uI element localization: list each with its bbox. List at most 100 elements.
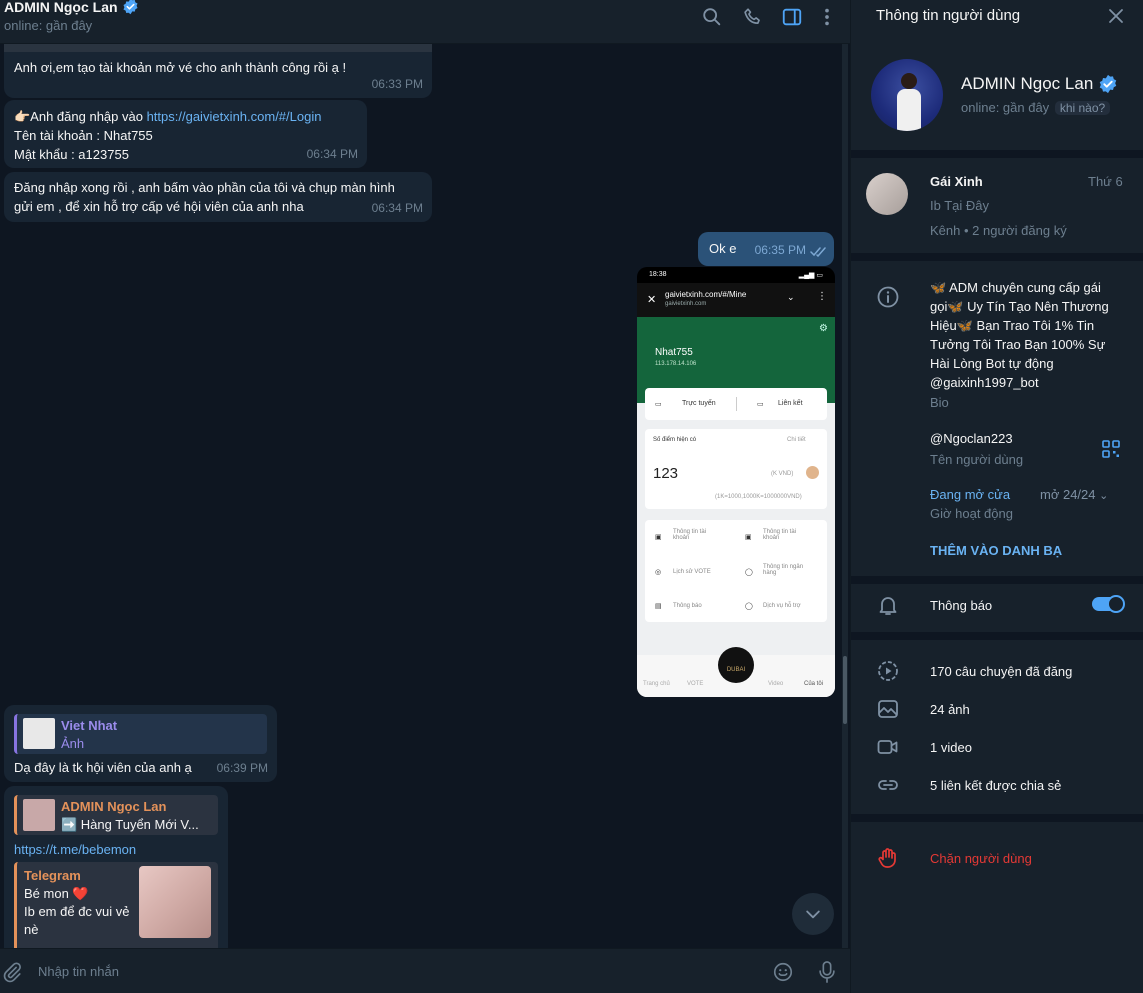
search-icon[interactable] xyxy=(701,6,723,28)
channel-name: Gái Xinh xyxy=(930,174,983,189)
channel-avatar xyxy=(866,173,908,215)
bio-line: Hài Lòng Bot tự động xyxy=(930,356,1054,371)
username-value[interactable]: @Ngoclan223 xyxy=(930,429,1013,448)
links-count[interactable]: 5 liên kết được chia sẻ xyxy=(930,776,1061,795)
message-text: Anh ơi,em tạo tài khoản mở vé cho anh th… xyxy=(14,60,347,75)
channel-date: Thứ 6 xyxy=(1088,174,1123,189)
avatar[interactable] xyxy=(871,59,943,131)
last-seen-chip[interactable]: khi nào? xyxy=(1054,101,1111,115)
tab-link: Liên kết xyxy=(778,400,803,407)
message-list[interactable]: Anh ơi,em tạo tài khoản mở vé cho anh th… xyxy=(0,44,850,948)
user-icon: ◯ xyxy=(745,569,753,576)
points-rate: (1K=1000,1000K=1000000VND) xyxy=(715,494,802,500)
videos-count[interactable]: 1 video xyxy=(930,738,972,757)
bottom-nav: Trang chủ VOTE DUBAI Video Của tôi xyxy=(637,647,835,697)
chevron-down-icon: ⌄ xyxy=(1099,490,1109,502)
reply-text: Ảnh xyxy=(61,736,85,751)
hours-range[interactable]: mở 24/24 ⌄ xyxy=(1040,485,1108,506)
nav-video: Video xyxy=(768,681,784,687)
hours-range-text: mở 24/24 xyxy=(1040,487,1096,502)
nav-dubai-logo: DUBAI xyxy=(718,647,754,683)
login-link[interactable]: https://gaivietxinh.com/#/Login xyxy=(147,109,322,124)
scrollbar-thumb[interactable] xyxy=(843,656,847,724)
section-divider xyxy=(851,814,1143,822)
message-bubble[interactable]: Anh ơi,em tạo tài khoản mở vé cho anh th… xyxy=(4,52,432,98)
emoji-icon[interactable] xyxy=(772,961,794,983)
reply-thumbnail xyxy=(23,799,55,831)
message-input[interactable] xyxy=(30,959,730,983)
outgoing-message-bubble[interactable]: Ok e 06:35 PM xyxy=(698,232,834,266)
link-preview[interactable]: Telegram Bé mon ❤️ Ib em để đc vui vẻ nè xyxy=(14,862,218,948)
section-divider xyxy=(851,150,1143,158)
preview-site: Telegram xyxy=(24,868,81,883)
message-text: Mật khẩu : a123755 xyxy=(14,147,129,162)
screenshot-image-message[interactable]: 18:38 ▂▄▆ ▭ ✕ gaivietxinh.com/#/Mine gai… xyxy=(637,267,835,697)
profile-ip: 113.178.14.106 xyxy=(655,361,697,367)
verified-icon xyxy=(1100,74,1117,94)
menu-item: Thông báo xyxy=(673,603,702,609)
message-bubble[interactable]: Đăng nhập xong rồi , anh bấm vào phần củ… xyxy=(4,172,432,222)
message-bubble[interactable]: Viet Nhat Ảnh Dạ đây là tk hội viên của … xyxy=(4,705,277,782)
browser-url-sub: gaivietxinh.com xyxy=(665,301,707,307)
scroll-to-bottom-button[interactable] xyxy=(792,893,834,935)
message-time: 06:35 PM xyxy=(754,243,806,257)
message-text-prefix: 👉🏻Anh đăng nhập vào xyxy=(14,109,147,124)
username-label: Tên người dùng xyxy=(930,452,1024,467)
nav-mine: Của tôi xyxy=(804,681,824,687)
preview-line: Ib em để đc vui vẻ xyxy=(24,904,130,919)
phone-clock: 18:38 xyxy=(649,271,667,278)
profile-name: ADMIN Ngọc Lan xyxy=(961,74,1118,94)
block-user-button[interactable]: Chặn người dùng xyxy=(930,849,1032,868)
points-value: 123 xyxy=(653,465,679,482)
chat-area: ADMIN Ngọc Lan online: gần đây Anh ơi,em… xyxy=(0,0,850,993)
nav-vote: VOTE xyxy=(687,681,704,687)
telegram-link[interactable]: https://t.me/bebemon xyxy=(14,840,136,859)
personal-channel[interactable]: Gái Xinh Thứ 6 Ib Tại Đây Kênh • 2 người… xyxy=(851,158,1143,252)
settings-icon: ⚙ xyxy=(819,323,828,334)
menu-card: ▣ Thông tin tài khoản ▣ Thông tin tài kh… xyxy=(645,520,827,622)
details-link: Chi tiết xyxy=(787,437,806,443)
close-icon[interactable] xyxy=(1108,8,1124,24)
menu-item: Thông tin tài khoản xyxy=(673,529,707,541)
microphone-icon[interactable] xyxy=(816,960,838,984)
scrollbar-track[interactable] xyxy=(842,44,848,948)
tab-card: ▭ Trực tuyến ▭ Liên kết xyxy=(645,388,827,420)
stories-count[interactable]: 170 câu chuyện đã đăng xyxy=(930,662,1072,681)
coin-icon xyxy=(806,466,819,479)
avatar-head xyxy=(901,73,917,89)
section-divider xyxy=(851,576,1143,584)
attach-icon[interactable] xyxy=(1,961,23,983)
reply-preview[interactable]: ADMIN Ngọc Lan ➡️ Hàng Tuyển Mới V... xyxy=(14,795,218,835)
menu-item: Lịch sử VOTE xyxy=(673,569,711,575)
qr-code-icon[interactable] xyxy=(1102,440,1120,458)
profile-name-text: ADMIN Ngọc Lan xyxy=(961,74,1094,93)
preview-image xyxy=(139,866,211,938)
browser-url-bar: ✕ gaivietxinh.com/#/Mine gaivietxinh.com… xyxy=(637,283,835,317)
info-icon xyxy=(877,286,899,308)
message-text: Dạ đây là tk hội viên của anh ạ xyxy=(14,760,192,775)
chat-title[interactable]: ADMIN Ngọc Lan xyxy=(4,0,139,15)
bio-bot-link[interactable]: @gaixinh1997_bot xyxy=(930,373,1039,392)
bank-icon: ▤ xyxy=(655,603,662,610)
phone-icon[interactable] xyxy=(742,6,764,28)
profile-username: Nhat755 xyxy=(655,347,693,358)
chat-header[interactable]: ADMIN Ngọc Lan online: gần đây xyxy=(0,0,850,44)
message-bubble[interactable]: ADMIN Ngọc Lan ➡️ Hàng Tuyển Mới V... ht… xyxy=(4,786,228,948)
reply-author: ADMIN Ngọc Lan xyxy=(61,799,167,814)
video-icon xyxy=(877,740,898,754)
account-icon: ▣ xyxy=(745,534,752,541)
channel-post: Ib Tại Đây xyxy=(930,198,990,213)
message-bubble[interactable]: 👉🏻Anh đăng nhập vào https://gaivietxinh.… xyxy=(4,100,367,168)
message-text: 👉🏻Anh đăng nhập vào https://gaivietxinh.… xyxy=(14,107,321,126)
add-to-contacts-button[interactable]: THÊM VÀO DANH BẠ xyxy=(930,541,1062,560)
reply-preview[interactable]: Viet Nhat Ảnh xyxy=(14,714,267,754)
wallet-icon: ▭ xyxy=(655,401,662,408)
section-divider xyxy=(851,253,1143,261)
more-menu-icon[interactable] xyxy=(816,6,838,28)
channel-meta: Kênh • 2 người đăng ký xyxy=(930,223,1067,238)
sidebar-toggle-icon[interactable] xyxy=(781,6,803,28)
notifications-toggle[interactable] xyxy=(1092,595,1125,613)
divider xyxy=(736,397,737,411)
photos-count[interactable]: 24 ảnh xyxy=(930,700,970,719)
chat-title-text: ADMIN Ngọc Lan xyxy=(4,0,118,15)
